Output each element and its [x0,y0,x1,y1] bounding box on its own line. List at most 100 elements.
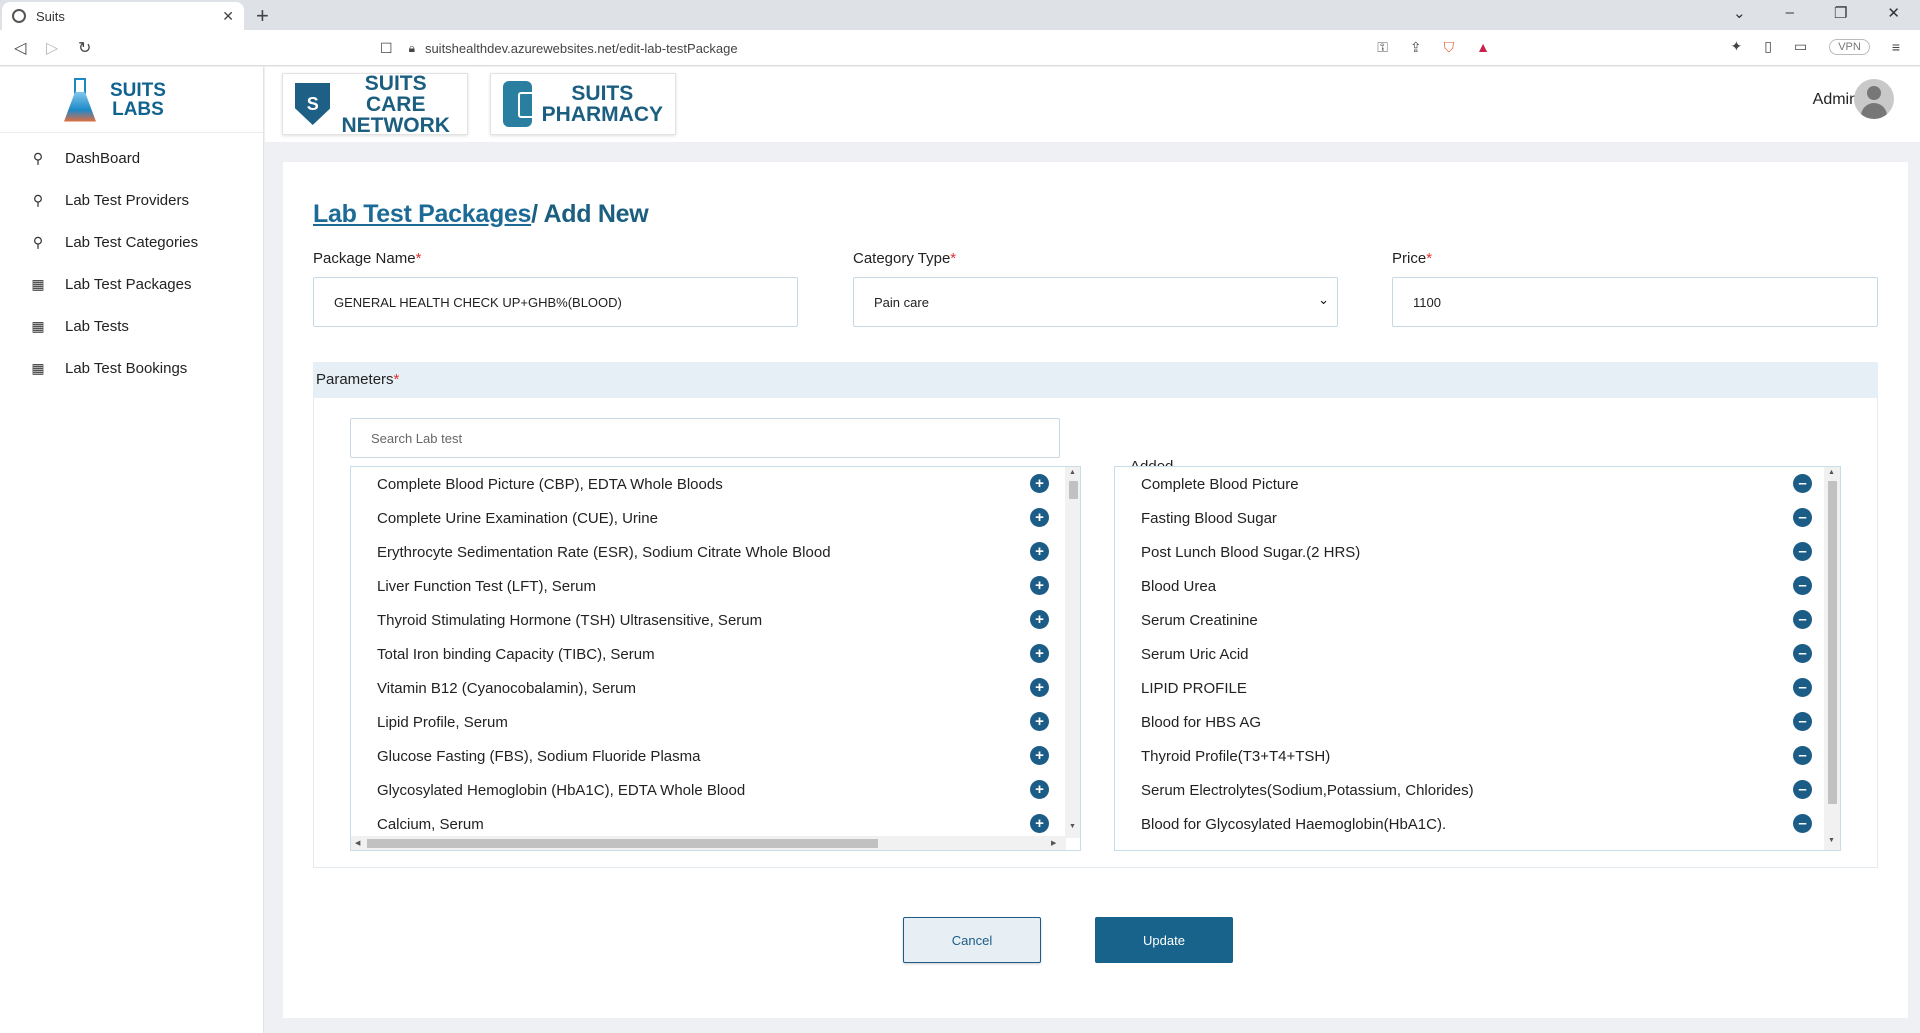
list-item-label: Serum Electrolytes(Sodium,Potassium, Chl… [1141,781,1474,799]
forward-icon[interactable]: ▷ [46,38,58,58]
add-test-icon[interactable]: + [1030,746,1049,765]
puzzle-icon[interactable]: ✦ [1731,38,1743,55]
sidebar-item-dashboard[interactable]: ⚲ DashBoard [0,137,263,179]
remove-test-icon[interactable]: – [1793,576,1812,595]
remove-test-icon[interactable]: – [1793,610,1812,629]
new-tab-icon[interactable]: + [256,3,269,29]
wallet-icon[interactable]: ▭ [1794,38,1807,55]
url-field[interactable]: ☐ 🔒︎ suitshealthdev.azurewebsites.net/ed… [380,34,1500,62]
cancel-button[interactable]: Cancel [903,917,1041,963]
remove-test-icon[interactable]: – [1793,814,1812,833]
price-input[interactable]: 1100 [1392,277,1878,327]
close-window-icon[interactable]: ✕ [1887,4,1900,22]
list-item-label: Thyroid Profile(T3+T4+TSH) [1141,747,1331,765]
list-item-label: Blood for Glycosylated Haemoglobin(HbA1C… [1141,815,1447,833]
key-icon[interactable]: ⚿ [1377,39,1388,56]
remove-test-icon[interactable]: – [1793,644,1812,663]
list-item-label: Calcium, Serum [377,815,484,833]
sidebar-menu: ⚲ DashBoard ⚲ Lab Test Providers ⚲ Lab T… [0,133,263,389]
user-name[interactable]: Admin [1813,91,1858,109]
lock-icon: 🔒︎ [408,40,415,55]
vertical-scrollbar[interactable]: ▲ ▼ [1824,467,1840,850]
sidebar-item-lab-test-categories[interactable]: ⚲ Lab Test Categories [0,221,263,263]
restore-icon[interactable]: ❐ [1834,4,1847,22]
category-type-select[interactable]: Pain care ⌄ [853,277,1338,327]
back-icon[interactable]: ◁ [14,38,26,58]
add-test-icon[interactable]: + [1030,576,1049,595]
list-item-label: Vitamin B12 (Cyanocobalamin), Serum [377,679,637,697]
horizontal-scrollbar[interactable]: ◀ ▶ [351,836,1066,850]
list-item: Serum Electrolytes(Sodium,Potassium, Chl… [1115,773,1825,807]
logo[interactable]: SUITS LABS [0,67,263,133]
sidebar-item-lab-test-bookings[interactable]: ▦ Lab Test Bookings [0,347,263,389]
list-item: Blood for HBS AG – [1115,705,1825,739]
list-item: Glucose Fasting (FBS), Sodium Fluoride P… [351,739,1061,773]
calendar-icon: ▦ [31,359,45,376]
top-bar: S SUITS CARE NETWORK SUITS PHARMACY Admi… [265,67,1920,142]
sidebar-item-lab-test-providers[interactable]: ⚲ Lab Test Providers [0,179,263,221]
remove-test-icon[interactable]: – [1793,780,1812,799]
reload-icon[interactable]: ↻ [78,38,91,58]
list-item: Post Lunch Blood Sugar.(2 HRS) – [1115,535,1825,569]
sidebar-toggle-icon[interactable]: ▯ [1764,38,1772,55]
add-test-icon[interactable]: + [1030,780,1049,799]
list-item-label: LIPID PROFILE [1141,679,1247,697]
remove-test-icon[interactable]: – [1793,712,1812,731]
available-tests-list[interactable]: Calcium, Serum + Glycosylated Hemoglobin (… [350,466,1081,851]
list-item-label: Complete Blood Picture (CBP), EDTA Whole… [377,475,723,493]
add-test-icon[interactable]: + [1030,542,1049,561]
remove-test-icon[interactable]: – [1793,508,1812,527]
search-input[interactable]: Search Lab test [350,418,1060,458]
sidebar-item-lab-tests[interactable]: ▦ Lab Tests [0,305,263,347]
list-item-label: Complete Urine Examination (CUE), Urine [377,509,658,527]
add-test-icon[interactable]: + [1030,474,1049,493]
brand-name: SUITS CARE NETWORK [341,71,450,137]
remove-test-icon[interactable]: – [1793,474,1812,493]
chevron-down-icon[interactable]: ⌄ [1733,4,1746,22]
rewards-icon[interactable]: ▲ [1476,39,1490,56]
brave-shield-icon[interactable]: ⛉ [1444,39,1455,56]
sidebar-item-lab-test-packages[interactable]: ▦ Lab Test Packages [0,263,263,305]
browser-tabbar: Suits ✕ + ⌄ – ❐ ✕ [0,0,1920,30]
chevron-down-icon: ⌄ [1318,292,1329,307]
added-tests-list[interactable]: Blood for Glycosylated Haemoglobin(HbA1C… [1114,466,1841,851]
sidebar-item-label: Lab Test Bookings [65,359,188,377]
list-item: Glycosylated Hemoglobin (HbA1C), EDTA Wh… [351,773,1061,807]
list-item-label: Serum Creatinine [1141,611,1258,629]
add-test-icon[interactable]: + [1030,610,1049,629]
flask-icon [62,77,98,122]
bookmark-icon[interactable]: ☐ [380,40,393,57]
minimize-icon[interactable]: – [1786,4,1794,22]
menu-icon[interactable]: ≡ [1892,39,1900,55]
browser-tab[interactable]: Suits ✕ [2,2,244,30]
vertical-scrollbar[interactable]: ▲ ▼ [1065,467,1080,838]
add-test-icon[interactable]: + [1030,678,1049,697]
update-button[interactable]: Update [1095,917,1233,963]
suits-pharmacy-link[interactable]: SUITS PHARMACY [490,73,676,135]
add-test-icon[interactable]: + [1030,508,1049,527]
list-item: Fasting Blood Sugar – [1115,501,1825,535]
list-item: Serum Uric Acid – [1115,637,1825,671]
package-name-input[interactable]: GENERAL HEALTH CHECK UP+GHB%(BLOOD) [313,277,798,327]
sidebar: SUITS LABS ⚲ DashBoard ⚲ Lab Test Provid… [0,67,264,1033]
add-test-icon[interactable]: + [1030,712,1049,731]
sidebar-item-label: Lab Test Providers [65,191,189,209]
tab-title: Suits [36,8,65,24]
list-item-label: Erythrocyte Sedimentation Rate (ESR), So… [377,543,831,561]
remove-test-icon[interactable]: – [1793,678,1812,697]
vpn-badge[interactable]: VPN [1829,38,1870,55]
remove-test-icon[interactable]: – [1793,542,1812,561]
close-tab-icon[interactable]: ✕ [222,8,234,25]
list-item-label: Total Iron binding Capacity (TIBC), Seru… [377,645,655,663]
breadcrumb-link[interactable]: Lab Test Packages [313,200,531,228]
add-test-icon[interactable]: + [1030,814,1049,833]
window-controls: ⌄ – ❐ ✕ [1733,4,1900,22]
avatar[interactable] [1854,79,1894,119]
package-name-label: Package Name* [313,250,422,267]
add-test-icon[interactable]: + [1030,644,1049,663]
share-icon[interactable]: ⇪ [1410,39,1422,56]
suits-care-network-link[interactable]: S SUITS CARE NETWORK [282,71,468,137]
extension-area: ✦ ▯ ▭ VPN ≡ [1731,38,1900,55]
list-item: Serum Creatinine – [1115,603,1825,637]
remove-test-icon[interactable]: – [1793,746,1812,765]
